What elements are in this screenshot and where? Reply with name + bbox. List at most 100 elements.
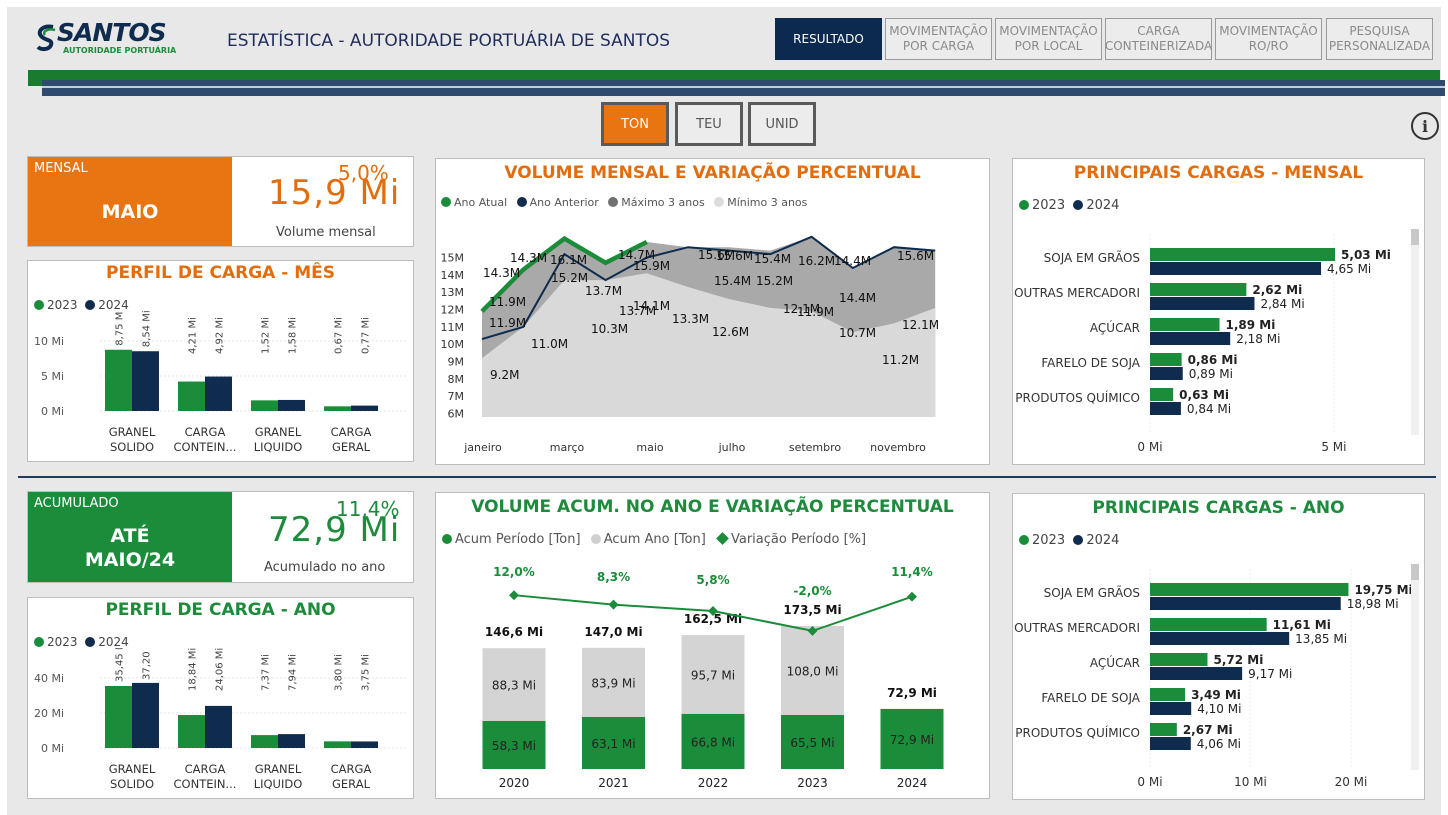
data-label: 15.2M [756,274,793,288]
data-label: 14.3M [483,266,520,280]
bar-value-label: 37,20 Mi [142,648,153,680]
bar-value-label: 4,65 Mi [1327,262,1371,276]
data-label: 11.9M [489,316,526,330]
bar-2023-3 [324,406,351,411]
bar-2024-0 [1150,597,1341,610]
bar-2024-0 [132,351,159,411]
nav-button-1[interactable]: MOVIMENTAÇÃO POR CARGA [885,18,992,60]
y-tick-label: 0 Mi [41,405,64,418]
ytd-kpi-label: ACUMULADO [34,496,119,511]
legend-2023-marker [1019,535,1029,545]
nav-button-5[interactable]: PESQUISA PERSONALIZADA [1326,18,1433,60]
bar-2023-0 [105,685,132,748]
accum-period-label: 58,3 Mi [492,739,536,753]
bar-2023-1 [178,715,205,748]
monthly-kpi-card: MENSAL MAIO 5,0% 15,9 Mi Volume mensal [27,156,414,247]
category-label: FARELO DE SOJA [1041,356,1140,370]
variation-marker [907,591,917,602]
bar-2023-0 [105,349,132,411]
category-label: GRANEL [255,425,302,439]
legend-2024-label: 2024 [98,298,129,312]
legend-2023-label: 2023 [47,298,78,312]
nav-button-0[interactable]: RESULTADO [775,18,882,60]
data-label: 15.6M [716,249,753,263]
bar-value-label: 11,61 Mi [1273,618,1331,632]
category-label: CONTEIN... [174,777,237,791]
legend-2024-marker [85,300,96,310]
cargo-profile-year-chart: 0 Mi20 Mi40 Mi 35,45 Mi 37,20 MiGRANELSOLI… [34,648,408,791]
data-label: 15.4M [754,252,791,266]
bar-2024-3 [351,741,378,748]
category-label: CARGA [185,425,226,439]
data-label: 15.4M [714,274,751,288]
legend-2024-marker [1073,200,1084,210]
logo-subtitle: AUTORIDADE PORTUÁRIA [63,46,177,55]
y-tick-label: 10M [441,338,465,351]
header-stripe-separator [42,86,1445,88]
bar-2024-4 [1150,737,1191,750]
category-label: FARELO DE SOJA [1041,691,1140,705]
legend-min-3y-marker [714,197,725,207]
scrollbar-thumb[interactable] [1411,229,1419,245]
bar-value-label: 0,86 Mi [1188,353,1238,367]
bar-2023-2 [251,735,278,748]
nav-button-2[interactable]: MOVIMENTAÇÃO POR LOCAL [995,18,1102,60]
bar-2023-1 [178,381,205,411]
ytd-kpi-period-line2: MAIO/24 [84,549,176,571]
scrollbar-thumb[interactable] [1411,564,1419,580]
logo-mark-icon [36,24,56,52]
total-label: 173,5 Mi [783,603,841,617]
category-label: SOLIDO [110,440,154,454]
data-label: 14.4M [839,291,876,305]
cargo-profile-month-title: PERFIL DE CARGA - MÊS [106,263,335,283]
bar-value-label: 1,89 Mi [1226,318,1276,332]
total-label: 147,0 Mi [584,625,642,639]
main-cargo-month-scrollbar[interactable] [1411,229,1419,435]
accum-volume-title: VOLUME ACUM. NO ANO E VARIAÇÃO PERCENTUA… [471,497,954,517]
legend-2024-label: 2024 [98,635,129,649]
header-stripe-blue [42,80,1445,96]
info-icon[interactable]: i [1411,112,1439,140]
ytd-kpi-period-box: ACUMULADO ATÉ MAIO/24 [28,492,232,582]
main-cargo-year-chart: 0 Mi 10 Mi 20 Mi SOJA EM GRÃOS 19,75 Mi18,98… [1014,569,1411,789]
x-tick-label: 5 Mi [1321,440,1346,454]
unit-button-unid[interactable]: UNID [748,102,816,146]
bar-2024-1 [205,376,232,411]
accum-volume-legend: Acum Período [Ton] Acum Ano [Ton] Variaç… [442,532,866,547]
data-label: 10.3M [591,322,628,336]
cargo-profile-year-title: PERFIL DE CARGA - ANO [105,600,336,620]
bar-2023-4 [1150,388,1174,401]
data-label: 15.9M [633,259,670,273]
bar-value-label: 2,84 Mi [1260,297,1304,311]
unit-button-ton[interactable]: TON [601,102,669,146]
main-cargo-year-title: PRINCIPAIS CARGAS - ANO [1092,498,1345,518]
main-cargo-year-scrollbar[interactable] [1411,564,1419,770]
category-label: CONTEIN... [174,440,237,454]
unit-button-teu[interactable]: TEU [675,102,743,146]
variation-label: -2,0% [793,584,831,598]
category-label: GRANEL [109,425,156,439]
accum-year-label: 88,3 Mi [492,679,536,693]
accum-period-label: 63,1 Mi [591,737,635,751]
bar-2023-0 [1150,248,1336,261]
nav-button-4[interactable]: MOVIMENTAÇÃO RO/RO [1215,18,1322,60]
category-label: CARGA [331,762,372,776]
category-label: OUTRAS MERCADORI [1014,286,1140,300]
legend-accum-year-marker [590,534,601,544]
legend-accum-period-label: Acum Período [Ton] [455,532,581,547]
accum-volume-chart: 88,3 Mi 58,3 Mi 146,6 Mi 2020 83,9 Mi 63,1 Mi… [482,565,944,790]
bar-value-label: 0,67 Mi [334,317,345,354]
category-label: AÇÚCAR [1090,320,1140,335]
main-cargo-year-panel: PRINCIPAIS CARGAS - ANO 2023 2024 0 Mi 10… [1012,493,1425,800]
y-tick-label: 5 Mi [41,370,64,383]
ytd-kpi-value: 72,9 Mi [268,510,401,550]
y-tick-label: 8M [448,373,465,386]
legend-2023-marker [34,637,44,647]
nav-button-3[interactable]: CARGA CONTEINERIZADA [1105,18,1212,60]
bar-value-label: 5,72 Mi [1213,653,1263,667]
bar-value-label: 18,98 Mi [1347,597,1399,611]
bar-2024-2 [1150,332,1231,345]
data-label: 12.6M [712,325,749,339]
bar-2024-1 [205,705,232,748]
ytd-kpi-caption: Acumulado no ano [264,560,386,575]
